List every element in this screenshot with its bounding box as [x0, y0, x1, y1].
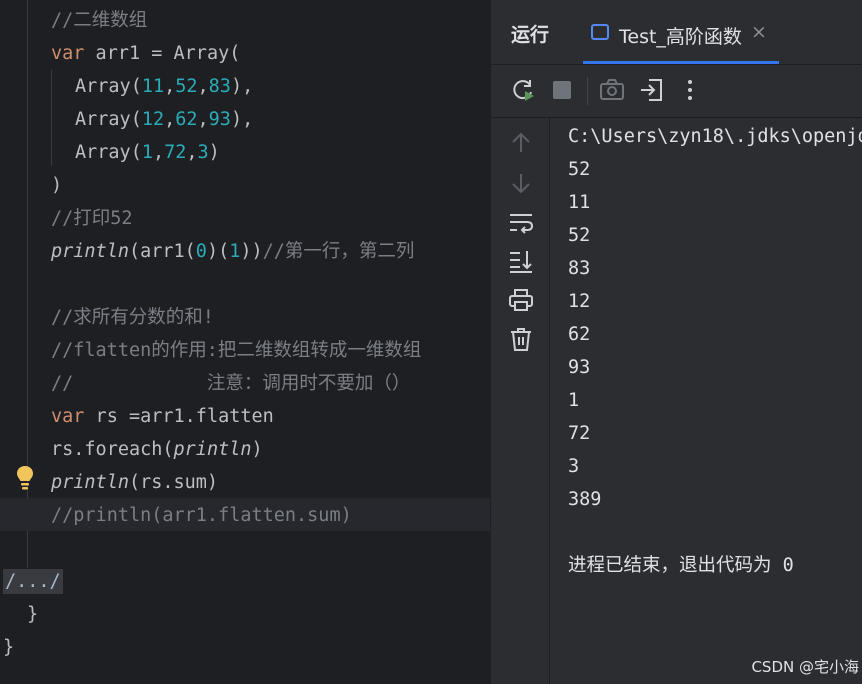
- tab-label: Test_高阶函数: [619, 26, 742, 48]
- code-text: ): [251, 439, 263, 460]
- code-text: (rs.sum): [128, 472, 219, 493]
- console-line: 52: [568, 159, 591, 180]
- console-line: 12: [568, 291, 591, 312]
- console-icon: [591, 24, 609, 40]
- camera-icon[interactable]: [599, 77, 625, 103]
- code-line: Array(11,52,83),: [75, 76, 254, 97]
- code-line: // 注意：调用时不要加（）: [51, 373, 411, 394]
- console-side-toolbar: [491, 118, 550, 684]
- code-line: /.../: [3, 565, 63, 598]
- exit-icon[interactable]: [639, 77, 665, 103]
- rerun-icon[interactable]: [510, 77, 536, 103]
- code-text: ),: [230, 109, 254, 130]
- console-line: 72: [568, 423, 591, 444]
- code-line: var arr1 = Array(: [51, 37, 240, 70]
- number: 62: [175, 109, 198, 130]
- run-panel-header: 运行 Test_高阶函数 ×: [491, 0, 862, 65]
- number: 0: [195, 241, 207, 262]
- code-text: )(: [206, 241, 230, 262]
- console-line: 389: [568, 489, 602, 510]
- trash-icon[interactable]: [508, 326, 534, 352]
- console-line: 进程已结束，退出代码为 0: [568, 555, 794, 576]
- run-toolbar: [491, 65, 862, 118]
- function-name: println: [173, 439, 252, 460]
- code-line: }: [3, 637, 15, 658]
- code-text: Array(: [75, 142, 142, 163]
- code-text: )): [240, 241, 263, 262]
- console-line: 11: [568, 192, 591, 213]
- more-icon[interactable]: [677, 77, 703, 103]
- code-text: rs =arr1.flatten: [84, 406, 274, 427]
- code-line: //求所有分数的和!: [51, 307, 214, 328]
- console-output[interactable]: C:\Users\zyn18\.jdks\openjdk 52 11 52 83 12 62…: [568, 118, 862, 684]
- function-name: println: [51, 472, 129, 493]
- tab-run-config[interactable]: Test_高阶函数 ×: [583, 10, 779, 64]
- code-text: Array(: [75, 109, 142, 130]
- code-text: Array(: [75, 76, 142, 97]
- run-panel: 运行 Test_高阶函数 × C:\Users\zyn18\.jdks\open…: [490, 0, 862, 684]
- console-line: 1: [568, 390, 580, 411]
- comment: //第一行，第二列: [262, 241, 415, 262]
- number: 1: [229, 241, 241, 262]
- code-line: println(rs.sum): [51, 466, 218, 499]
- number: 1: [141, 142, 153, 163]
- watermark: CSDN @宅小海: [751, 658, 859, 676]
- code-text: ),: [230, 76, 254, 97]
- number: 11: [141, 76, 165, 97]
- console-line: 83: [568, 258, 591, 279]
- code-editor[interactable]: //二维数组 var arr1 = Array( Array(11,52,83)…: [0, 0, 490, 684]
- indent-guide: [51, 70, 52, 166]
- stop-icon[interactable]: [549, 77, 575, 103]
- console-line: 52: [568, 225, 591, 246]
- code-line: rs.foreach(println): [51, 433, 263, 466]
- code-line: }: [27, 604, 39, 625]
- code-text: (arr1(: [128, 241, 196, 262]
- number: 83: [208, 76, 231, 97]
- arrow-down-icon[interactable]: [508, 170, 534, 196]
- code-line: Array(1,72,3): [75, 142, 220, 163]
- keyword: var: [51, 43, 85, 64]
- code-line: //二维数组: [51, 10, 148, 31]
- code-line: ): [51, 175, 63, 196]
- code-line: println(arr1(0)(1))//第一行，第二列: [51, 235, 414, 268]
- number: 12: [141, 109, 165, 130]
- console-line: 93: [568, 357, 591, 378]
- code-line: //打印52: [51, 208, 133, 229]
- number: 93: [208, 109, 231, 130]
- lightbulb-icon[interactable]: [16, 465, 34, 491]
- code-text: rs.foreach(: [51, 439, 174, 460]
- run-panel-title: 运行: [511, 24, 550, 46]
- number: 72: [164, 142, 187, 163]
- folded-code-placeholder[interactable]: /.../: [3, 569, 63, 594]
- code-line: var rs =arr1.flatten: [51, 400, 274, 433]
- scroll-to-end-icon[interactable]: [508, 248, 534, 274]
- console-line: C:\Users\zyn18\.jdks\openjdk: [568, 126, 862, 147]
- code-line: Array(12,62,93),: [75, 109, 254, 130]
- code-text: arr1 = Array(: [84, 43, 241, 64]
- keyword: var: [51, 406, 85, 427]
- number: 3: [197, 142, 209, 163]
- console-line: 62: [568, 324, 591, 345]
- number: 52: [175, 76, 198, 97]
- arrow-up-icon[interactable]: [508, 130, 534, 156]
- soft-wrap-icon[interactable]: [508, 209, 534, 235]
- toolbar-separator: [587, 77, 588, 105]
- code-line: //flatten的作用:把二维数组转成一维数组: [51, 340, 422, 361]
- print-icon[interactable]: [508, 287, 534, 313]
- console-line: 3: [568, 456, 580, 477]
- function-name: println: [51, 241, 129, 262]
- code-text: ): [208, 142, 220, 163]
- close-icon[interactable]: ×: [751, 21, 767, 43]
- code-line: //println(arr1.flatten.sum): [51, 505, 352, 526]
